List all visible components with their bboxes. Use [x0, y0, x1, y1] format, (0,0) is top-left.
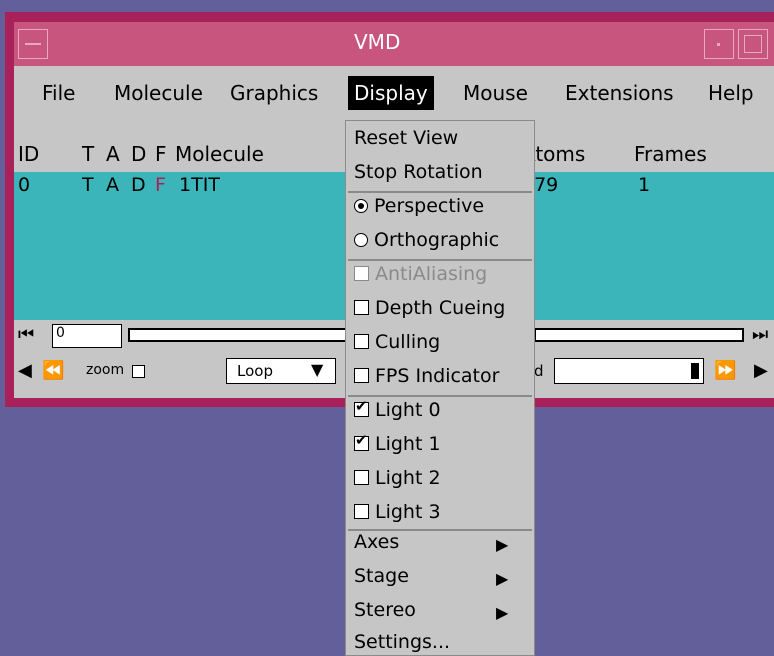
loop-select[interactable]: Loop ▼: [226, 358, 336, 384]
menu-mouse[interactable]: Mouse: [457, 76, 534, 110]
maximize-button[interactable]: [738, 29, 768, 59]
menu-fps-indicator[interactable]: FPS Indicator: [354, 365, 499, 387]
menu-stereo[interactable]: Stereo: [354, 599, 416, 621]
header-molecule[interactable]: Molecule: [175, 142, 264, 166]
maximize-icon: [744, 35, 762, 53]
skip-to-end-icon[interactable]: ⏭: [752, 324, 768, 345]
submenu-arrow-icon: ▶: [496, 535, 509, 554]
minimize-button[interactable]: [704, 29, 734, 59]
menu-separator: [348, 395, 532, 397]
checkbox-icon: [354, 334, 369, 349]
header-t[interactable]: T: [82, 142, 94, 166]
menu-extensions[interactable]: Extensions: [559, 76, 680, 110]
menu-axes[interactable]: Axes: [354, 531, 399, 553]
row-d[interactable]: D: [131, 174, 146, 196]
menu-light-1[interactable]: ✔ Light 1: [354, 433, 441, 455]
menu-light-0[interactable]: ✔ Light 0: [354, 399, 441, 421]
menu-stop-rotation[interactable]: Stop Rotation: [354, 161, 483, 183]
menu-separator: [348, 191, 532, 193]
frame-slider-right[interactable]: [534, 328, 744, 342]
menu-settings[interactable]: Settings...: [354, 631, 450, 653]
menu-bar: File Molecule Graphics Display Mouse Ext…: [14, 66, 774, 120]
menu-light-3[interactable]: Light 3: [354, 501, 441, 523]
checkmark-icon: ✔: [354, 397, 369, 417]
header-d[interactable]: D: [131, 142, 146, 166]
menu-depth-cueing[interactable]: Depth Cueing: [354, 297, 505, 319]
menu-antialiasing: AntiAliasing: [354, 263, 487, 285]
row-a[interactable]: A: [106, 174, 119, 196]
header-id[interactable]: ID: [18, 142, 39, 166]
menu-stage[interactable]: Stage: [354, 565, 409, 587]
step-back-icon[interactable]: ⏪: [42, 360, 64, 381]
submenu-arrow-icon: ▶: [496, 603, 509, 622]
row-frames: 1: [638, 174, 651, 196]
zoom-checkbox[interactable]: [132, 365, 145, 378]
menu-culling[interactable]: Culling: [354, 331, 440, 353]
checkbox-icon: [354, 266, 369, 281]
radio-unselected-icon: [354, 233, 368, 247]
header-f[interactable]: F: [155, 142, 167, 166]
menu-help[interactable]: Help: [702, 76, 760, 110]
play-reverse-icon[interactable]: ◀: [18, 360, 32, 381]
checkbox-icon: [354, 504, 369, 519]
zoom-label: zoom: [86, 362, 125, 378]
minus-icon: [25, 43, 41, 45]
window-menu-button[interactable]: [18, 29, 48, 59]
row-molecule: 1TIT: [179, 174, 220, 196]
menu-file[interactable]: File: [36, 76, 81, 110]
minimize-icon: [717, 43, 720, 46]
menu-orthographic[interactable]: Orthographic: [354, 229, 499, 251]
checkmark-icon: ✔: [354, 431, 369, 451]
menu-molecule[interactable]: Molecule: [108, 76, 209, 110]
menu-light-2[interactable]: Light 2: [354, 467, 441, 489]
row-id: 0: [18, 174, 31, 196]
loop-value: Loop: [237, 362, 273, 380]
play-forward-icon[interactable]: ▶: [754, 360, 768, 381]
speed-slider[interactable]: [554, 358, 704, 384]
submenu-arrow-icon: ▶: [496, 569, 509, 588]
checkbox-icon: [354, 300, 369, 315]
menu-separator: [348, 259, 532, 261]
frame-slider[interactable]: [128, 328, 356, 342]
menu-perspective[interactable]: Perspective: [354, 195, 484, 217]
title-bar[interactable]: VMD: [14, 22, 774, 66]
step-forward-icon[interactable]: ⏩: [714, 360, 736, 381]
row-f[interactable]: F: [155, 174, 166, 196]
display-dropdown-menu: Reset View Stop Rotation Perspective Ort…: [345, 120, 535, 656]
header-a[interactable]: A: [106, 142, 120, 166]
row-t[interactable]: T: [82, 174, 94, 196]
speed-label: d: [534, 362, 544, 380]
checkbox-icon: [354, 368, 369, 383]
header-frames[interactable]: Frames: [634, 142, 707, 166]
chevron-down-icon: ▼: [311, 360, 324, 379]
checkbox-icon: [354, 470, 369, 485]
menu-graphics[interactable]: Graphics: [224, 76, 324, 110]
frame-input[interactable]: 0: [52, 324, 122, 348]
menu-display[interactable]: Display: [348, 76, 434, 110]
radio-selected-icon: [354, 199, 368, 213]
window-title: VMD: [354, 30, 401, 54]
skip-to-start-icon[interactable]: ⏮: [18, 324, 34, 345]
menu-reset-view[interactable]: Reset View: [354, 127, 458, 149]
speed-slider-handle[interactable]: [691, 363, 699, 379]
